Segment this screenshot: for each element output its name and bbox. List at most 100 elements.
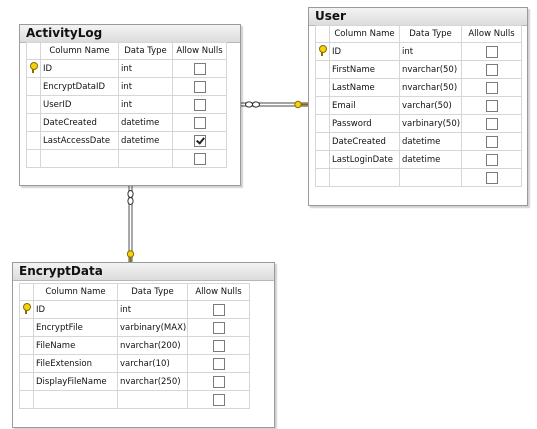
data-type-cell[interactable]: varbinary(50)	[399, 114, 462, 133]
relationship-activitylog-encryptdata[interactable]	[126, 186, 135, 262]
column-row[interactable]: FirstName nvarchar(50)	[315, 60, 522, 79]
key-cell	[315, 60, 330, 79]
primary-key-icon	[318, 45, 327, 56]
allow-nulls-checkbox[interactable]	[212, 321, 225, 334]
data-type-cell[interactable]: datetime	[118, 113, 173, 132]
column-grid: Column Name Data Type Allow Nulls ID int E…	[19, 283, 250, 409]
allow-nulls-checkbox[interactable]	[485, 153, 498, 166]
data-type-cell[interactable]: datetime	[399, 132, 462, 151]
column-name-cell[interactable]: LastLoginDate	[329, 150, 400, 169]
table-encryptdata[interactable]: EncryptData Column Name Data Type Allow …	[12, 262, 275, 428]
column-row[interactable]	[315, 168, 522, 187]
key-cell	[26, 131, 41, 150]
column-name-cell[interactable]: ID	[329, 42, 400, 61]
column-name-cell[interactable]: LastAccessDate	[40, 131, 119, 150]
data-type-cell[interactable]: int	[117, 300, 188, 319]
column-name-cell[interactable]	[33, 390, 118, 409]
column-name-cell[interactable]	[329, 168, 400, 187]
allow-nulls-checkbox[interactable]	[193, 134, 206, 147]
column-name-cell[interactable]: FileExtension	[33, 354, 118, 373]
column-row[interactable]: DateCreated datetime	[26, 113, 227, 132]
column-row[interactable]	[26, 149, 227, 168]
column-row[interactable]: LastAccessDate datetime	[26, 131, 227, 150]
key-cell	[26, 77, 41, 96]
data-type-cell[interactable]: int	[399, 42, 462, 61]
column-name-cell[interactable]	[40, 149, 119, 168]
allow-nulls-checkbox[interactable]	[485, 81, 498, 94]
data-type-header: Data Type	[118, 42, 173, 60]
data-type-cell[interactable]	[117, 390, 188, 409]
allow-nulls-cell	[461, 78, 522, 97]
allow-nulls-cell	[187, 390, 250, 409]
allow-nulls-checkbox[interactable]	[485, 117, 498, 130]
data-type-cell[interactable]: int	[118, 59, 173, 78]
data-type-header: Data Type	[117, 283, 188, 301]
column-name-cell[interactable]: FirstName	[329, 60, 400, 79]
data-type-cell[interactable]: int	[118, 77, 173, 96]
column-name-cell[interactable]: UserID	[40, 95, 119, 114]
data-type-cell[interactable]: varchar(10)	[117, 354, 188, 373]
data-type-cell[interactable]: varbinary(MAX)	[117, 318, 188, 337]
column-row[interactable]	[19, 390, 250, 409]
data-type-cell[interactable]	[399, 168, 462, 187]
column-row[interactable]: EncryptDataID int	[26, 77, 227, 96]
column-name-cell[interactable]: EncryptFile	[33, 318, 118, 337]
column-row[interactable]: DateCreated datetime	[315, 132, 522, 151]
column-row[interactable]: ID int	[19, 300, 250, 319]
column-name-cell[interactable]: EncryptDataID	[40, 77, 119, 96]
allow-nulls-checkbox[interactable]	[193, 62, 206, 75]
column-name-cell[interactable]: LastName	[329, 78, 400, 97]
key-cell	[19, 300, 34, 319]
allow-nulls-checkbox[interactable]	[193, 116, 206, 129]
relationship-activitylog-user[interactable]	[240, 100, 309, 109]
data-type-cell[interactable]: int	[118, 95, 173, 114]
column-name-cell[interactable]: Password	[329, 114, 400, 133]
key-cell	[19, 354, 34, 373]
column-name-cell[interactable]: Email	[329, 96, 400, 115]
column-name-cell[interactable]: FileName	[33, 336, 118, 355]
column-row[interactable]: ID int	[315, 42, 522, 61]
allow-nulls-checkbox[interactable]	[193, 80, 206, 93]
column-name-cell[interactable]: DateCreated	[329, 132, 400, 151]
data-type-cell[interactable]: nvarchar(250)	[117, 372, 188, 391]
column-name-cell[interactable]: ID	[40, 59, 119, 78]
column-row[interactable]: LastLoginDate datetime	[315, 150, 522, 169]
column-row[interactable]: FileName nvarchar(200)	[19, 336, 250, 355]
data-type-cell[interactable]: varchar(50)	[399, 96, 462, 115]
allow-nulls-checkbox[interactable]	[193, 98, 206, 111]
allow-nulls-checkbox[interactable]	[212, 375, 225, 388]
table-activitylog[interactable]: ActivityLog Column Name Data Type Allow …	[19, 24, 241, 186]
data-type-cell[interactable]: datetime	[399, 150, 462, 169]
allow-nulls-checkbox[interactable]	[212, 357, 225, 370]
allow-nulls-checkbox[interactable]	[485, 45, 498, 58]
allow-nulls-checkbox[interactable]	[485, 99, 498, 112]
allow-nulls-header: Allow Nulls	[461, 25, 522, 43]
column-name-cell[interactable]: DisplayFileName	[33, 372, 118, 391]
table-user[interactable]: User Column Name Data Type Allow Nulls I…	[308, 7, 528, 206]
column-row[interactable]: Email varchar(50)	[315, 96, 522, 115]
allow-nulls-checkbox[interactable]	[485, 171, 498, 184]
data-type-cell[interactable]: datetime	[118, 131, 173, 150]
column-name-cell[interactable]: ID	[33, 300, 118, 319]
allow-nulls-checkbox[interactable]	[212, 393, 225, 406]
column-name-cell[interactable]: DateCreated	[40, 113, 119, 132]
allow-nulls-cell	[461, 132, 522, 151]
data-type-cell[interactable]: nvarchar(50)	[399, 78, 462, 97]
data-type-cell[interactable]: nvarchar(50)	[399, 60, 462, 79]
allow-nulls-checkbox[interactable]	[212, 339, 225, 352]
column-row[interactable]: Password varbinary(50)	[315, 114, 522, 133]
allow-nulls-cell	[461, 150, 522, 169]
data-type-cell[interactable]	[118, 149, 173, 168]
allow-nulls-checkbox[interactable]	[485, 63, 498, 76]
column-row[interactable]: FileExtension varchar(10)	[19, 354, 250, 373]
column-row[interactable]: UserID int	[26, 95, 227, 114]
allow-nulls-checkbox[interactable]	[485, 135, 498, 148]
allow-nulls-checkbox[interactable]	[212, 303, 225, 316]
data-type-cell[interactable]: nvarchar(200)	[117, 336, 188, 355]
column-row[interactable]: ID int	[26, 59, 227, 78]
allow-nulls-checkbox[interactable]	[193, 152, 206, 165]
key-cell	[315, 42, 330, 61]
column-row[interactable]: EncryptFile varbinary(MAX)	[19, 318, 250, 337]
column-row[interactable]: LastName nvarchar(50)	[315, 78, 522, 97]
column-row[interactable]: DisplayFileName nvarchar(250)	[19, 372, 250, 391]
